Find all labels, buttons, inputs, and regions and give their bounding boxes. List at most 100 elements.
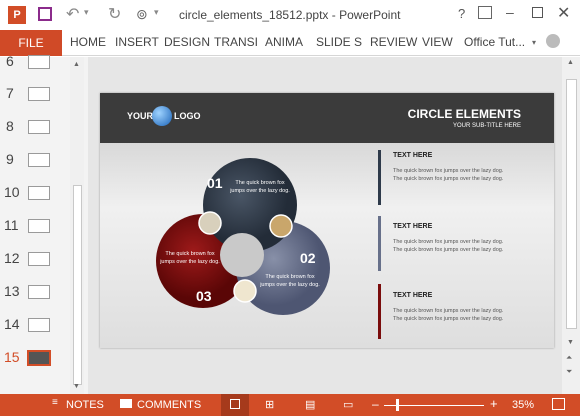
slide-thumbnail-selected[interactable] bbox=[27, 350, 51, 366]
slide-thumbnail[interactable] bbox=[28, 87, 50, 101]
text-block-3: TEXT HERE The quick brown fox jumps over… bbox=[378, 284, 548, 339]
save-icon[interactable] bbox=[38, 7, 52, 21]
easel-icon bbox=[233, 279, 257, 303]
slide-thumbnail[interactable] bbox=[28, 186, 50, 200]
tab-review[interactable]: REVIEW bbox=[370, 35, 417, 49]
medal-icon bbox=[198, 211, 222, 235]
title-bar: P ↶ ▾ ↻ ⊚ ▾ circle_elements_18512.pptx -… bbox=[0, 0, 580, 30]
circle-02-number: 02 bbox=[300, 250, 316, 266]
text-block-line: The quick brown fox jumps over the lazy … bbox=[393, 168, 504, 174]
slide-thumbnail[interactable] bbox=[28, 285, 50, 299]
slide-thumbnail[interactable] bbox=[28, 219, 50, 233]
account-dropdown-icon[interactable]: ▾ bbox=[532, 38, 536, 47]
restore-icon[interactable] bbox=[532, 7, 543, 18]
redo-icon[interactable]: ↻ bbox=[108, 4, 121, 24]
scroll-thumb[interactable] bbox=[566, 79, 577, 329]
slide-number: 14 bbox=[4, 316, 20, 332]
canvas-scrollbar[interactable]: ▲ ▼ ⏶ ⏷ bbox=[562, 57, 580, 394]
scroll-thumb[interactable] bbox=[73, 185, 82, 385]
reading-view-icon[interactable]: ▤ bbox=[305, 398, 315, 411]
tab-design[interactable]: DESIGN bbox=[164, 35, 210, 49]
close-icon[interactable]: ✕ bbox=[557, 3, 570, 23]
zoom-out-icon[interactable]: – bbox=[372, 397, 379, 411]
zoom-level[interactable]: 35% bbox=[512, 399, 534, 411]
slide-number: 7 bbox=[6, 85, 14, 101]
circle-diagram bbox=[156, 158, 330, 315]
slide-number: 6 bbox=[6, 53, 14, 69]
window-title: circle_elements_18512.pptx - PowerPoint bbox=[179, 8, 401, 22]
text-block-line: The quick brown fox jumps over the lazy … bbox=[393, 308, 504, 314]
logo-text-left: YOUR bbox=[127, 111, 154, 121]
text-block-1: TEXT HERE The quick brown fox jumps over… bbox=[378, 150, 548, 205]
comments-button[interactable]: COMMENTS bbox=[137, 399, 201, 411]
profile-icon[interactable] bbox=[546, 34, 560, 48]
slide-thumbnail[interactable] bbox=[28, 318, 50, 332]
notes-button[interactable]: NOTES bbox=[66, 399, 104, 411]
circle-03-number: 03 bbox=[196, 288, 212, 304]
logo-text-right: LOGO bbox=[174, 111, 201, 121]
status-bar: ≡ NOTES COMMENTS ⊞ ▤ ▭ – + 35% bbox=[0, 394, 580, 416]
undo-icon[interactable]: ↶ bbox=[66, 4, 79, 24]
tab-slide-show[interactable]: SLIDE S bbox=[316, 35, 362, 49]
minimize-icon[interactable]: – bbox=[506, 4, 514, 20]
scroll-up-arrow-icon[interactable]: ▲ bbox=[567, 59, 574, 66]
scroll-up-arrow-icon[interactable]: ▲ bbox=[73, 61, 80, 68]
slide-number: 9 bbox=[6, 151, 14, 167]
slide-number: 13 bbox=[4, 283, 20, 299]
tab-transitions[interactable]: TRANSI bbox=[214, 35, 258, 49]
help-icon[interactable]: ? bbox=[458, 6, 465, 21]
slide-number: 12 bbox=[4, 250, 20, 266]
ribbon-tabs: FILE HOME INSERT DESIGN TRANSI ANIMA SLI… bbox=[0, 30, 580, 72]
zoom-slider-track[interactable] bbox=[384, 405, 484, 406]
text-block-line: The quick brown fox jumps over the lazy … bbox=[393, 247, 504, 253]
text-block-2: TEXT HERE The quick brown fox jumps over… bbox=[378, 216, 548, 271]
zoom-slider-thumb[interactable] bbox=[396, 399, 399, 411]
circle-01-number: 01 bbox=[207, 175, 223, 191]
text-block-title: TEXT HERE bbox=[393, 223, 433, 230]
text-block-line: The quick brown fox jumps over the lazy … bbox=[393, 176, 504, 182]
zoom-in-icon[interactable]: + bbox=[490, 396, 498, 411]
slide-number: 11 bbox=[4, 217, 19, 233]
account-name[interactable]: Office Tut... bbox=[464, 35, 525, 49]
ribbon-display-icon[interactable] bbox=[478, 6, 492, 19]
circle-02-text: The quick brown fox jumps over the lazy … bbox=[260, 274, 320, 288]
diagram-center-hole bbox=[220, 233, 264, 277]
slide-thumbnail[interactable] bbox=[28, 120, 50, 134]
thumbs-up-icon bbox=[269, 214, 293, 238]
slide-thumbnail[interactable] bbox=[28, 252, 50, 266]
text-block-line: The quick brown fox jumps over the lazy … bbox=[393, 239, 504, 245]
slideshow-icon[interactable]: ▭ bbox=[343, 398, 353, 411]
comments-icon[interactable] bbox=[120, 399, 132, 408]
powerpoint-icon: P bbox=[8, 6, 26, 24]
text-block-line: The quick brown fox jumps over the lazy … bbox=[393, 316, 504, 322]
slide-number: 10 bbox=[4, 184, 20, 200]
slide-subtitle: YOUR SUB-TITLE HERE bbox=[452, 123, 521, 129]
tab-view[interactable]: VIEW bbox=[422, 35, 453, 49]
thumbnail-scrollbar[interactable]: ▲ ▼ bbox=[70, 57, 84, 394]
fit-to-window-icon[interactable] bbox=[552, 398, 565, 410]
tab-animations[interactable]: ANIMA bbox=[265, 35, 303, 49]
normal-view-glyph bbox=[230, 399, 240, 409]
tab-home[interactable]: HOME bbox=[70, 35, 106, 49]
slide[interactable]: YOUR LOGO CIRCLE ELEMENTS YOUR SUB-TITLE… bbox=[100, 93, 554, 348]
presenter-icon[interactable]: ⊚ bbox=[136, 6, 148, 23]
slide-thumbnail[interactable] bbox=[28, 55, 50, 69]
slide-number-selected: 15 bbox=[4, 349, 20, 365]
slide-header: YOUR LOGO CIRCLE ELEMENTS YOUR SUB-TITLE… bbox=[100, 93, 554, 143]
slide-title: CIRCLE ELEMENTS bbox=[407, 107, 521, 121]
slide-sorter-icon[interactable]: ⊞ bbox=[265, 398, 274, 411]
qat-customize-icon[interactable]: ▾ bbox=[154, 7, 159, 18]
undo-dropdown-icon[interactable]: ▾ bbox=[84, 7, 89, 18]
text-block-title: TEXT HERE bbox=[393, 152, 433, 159]
text-block-title: TEXT HERE bbox=[393, 292, 433, 299]
globe-icon bbox=[152, 106, 172, 126]
previous-slide-icon[interactable]: ⏶ bbox=[566, 353, 572, 363]
slide-thumbnail[interactable] bbox=[28, 153, 50, 167]
tab-insert[interactable]: INSERT bbox=[115, 35, 159, 49]
scroll-down-arrow-icon[interactable]: ▼ bbox=[567, 339, 574, 346]
notes-icon[interactable]: ≡ bbox=[52, 397, 58, 408]
scroll-down-arrow-icon[interactable]: ▼ bbox=[73, 383, 80, 390]
slide-number: 8 bbox=[6, 118, 14, 134]
next-slide-icon[interactable]: ⏷ bbox=[566, 367, 572, 377]
circle-01-text: The quick brown fox jumps over the lazy … bbox=[230, 180, 290, 194]
